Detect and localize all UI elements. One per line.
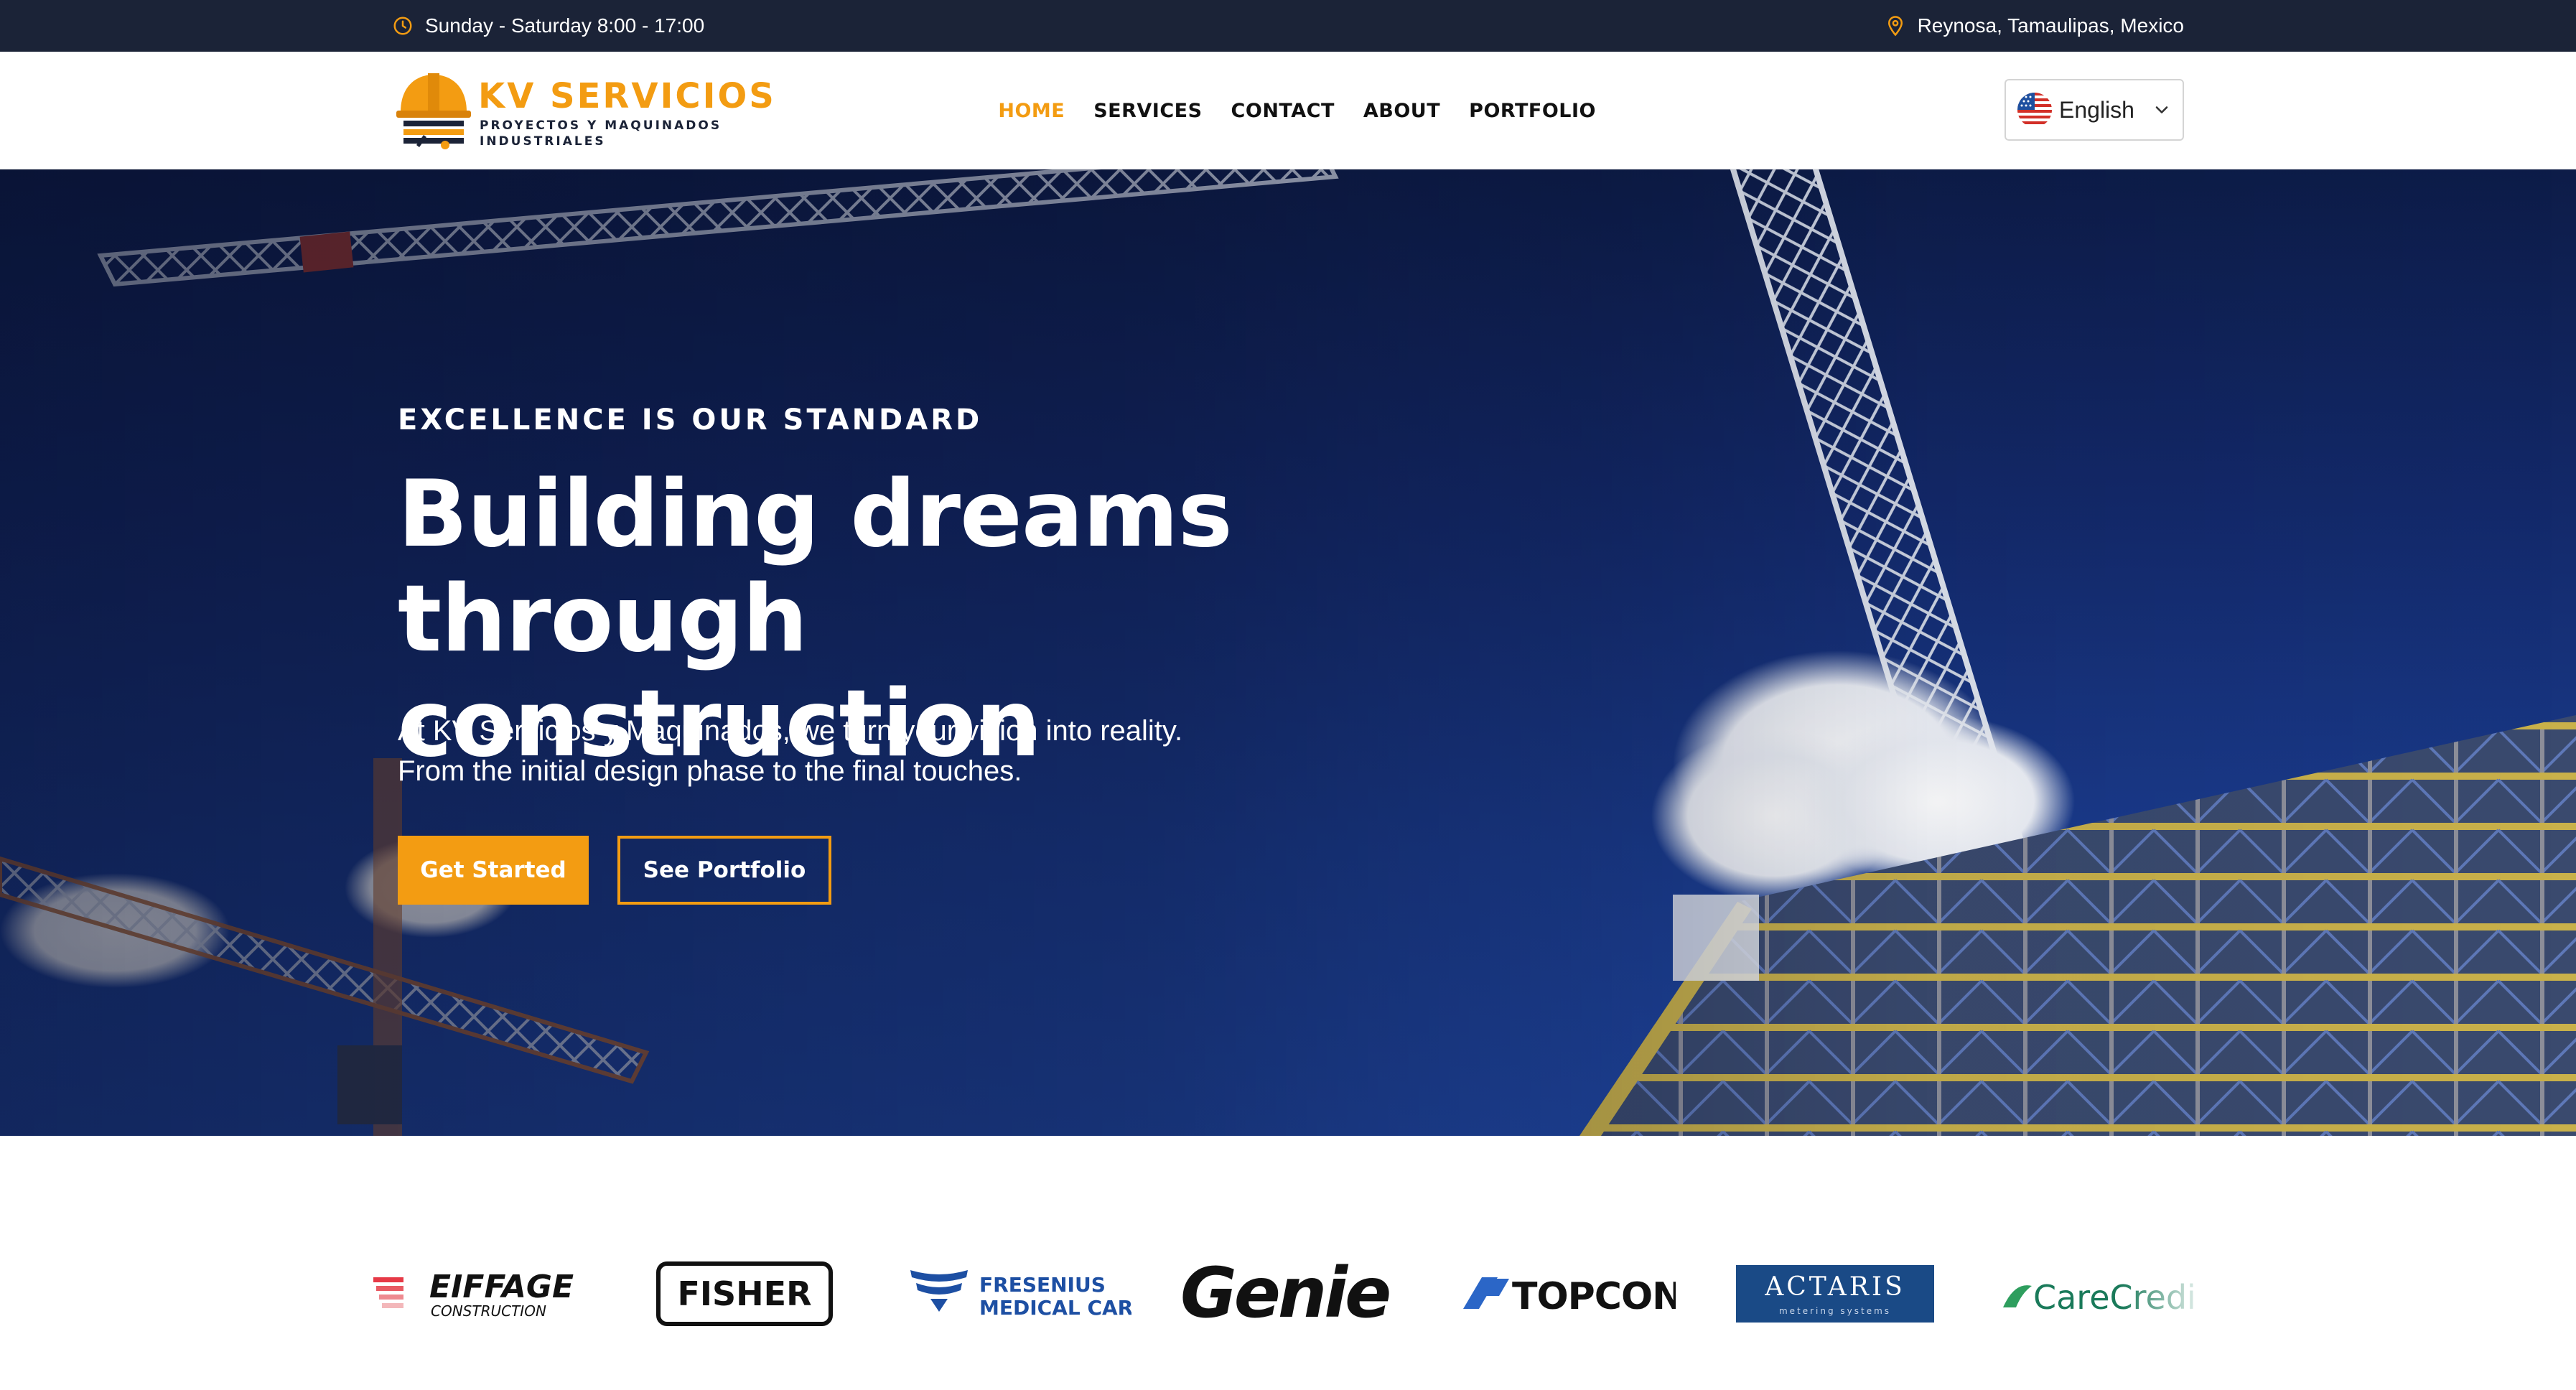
actaris-sub: metering systems <box>1779 1306 1891 1316</box>
chevron-down-icon <box>2155 106 2168 113</box>
main-nav: HOME SERVICES CONTACT ABOUT PORTFOLIO <box>998 52 1596 169</box>
brand-tagline: PROYECTOS Y MAQUINADOS INDUSTRIALES <box>480 118 767 149</box>
partner-logo-actaris: ACTARIS metering systems <box>1736 1251 1934 1337</box>
eiffage-stripes-icon <box>373 1277 403 1308</box>
fisher-name: FISHER <box>677 1274 811 1313</box>
eiffage-sub: CONSTRUCTION <box>431 1302 546 1320</box>
hard-hat-logo-icon <box>396 73 471 149</box>
genie-name: Genie <box>1180 1258 1389 1330</box>
nav-portfolio[interactable]: PORTFOLIO <box>1469 100 1596 122</box>
nav-services[interactable]: SERVICES <box>1093 100 1202 122</box>
site-header: KV SERVICIOS PROYECTOS Y MAQUINADOS INDU… <box>0 52 2576 169</box>
see-portfolio-button[interactable]: See Portfolio <box>617 836 831 905</box>
brand-name: KV SERVICIOS <box>478 76 776 116</box>
fresenius-wave-icon <box>910 1270 968 1312</box>
eiffage-name: EIFFAGE <box>429 1269 574 1305</box>
language-label: English <box>2059 96 2134 123</box>
hero-description: At KV Servicios y Maquinados, we turn yo… <box>398 715 1183 787</box>
top-info-bar: Sunday - Saturday 8:00 - 17:00 Reynosa, … <box>0 0 2576 52</box>
map-pin-icon <box>1885 15 1906 37</box>
language-selector[interactable]: English <box>2005 79 2184 141</box>
partner-logo-genie: Genie <box>1180 1251 1403 1337</box>
carecredit-leaf-icon <box>2003 1285 2032 1307</box>
partner-logo-fresenius: FRESENIUS MEDICAL CARE <box>909 1251 1131 1337</box>
brand-tagline-line1: PROYECTOS Y MAQUINADOS <box>480 118 722 133</box>
nav-about[interactable]: ABOUT <box>1363 100 1440 122</box>
business-hours: Sunday - Saturday 8:00 - 17:00 <box>392 0 704 52</box>
nav-contact[interactable]: CONTACT <box>1231 100 1335 122</box>
partner-logo-eiffage: EIFFAGE CONSTRUCTION <box>373 1251 574 1337</box>
business-location: Reynosa, Tamaulipas, Mexico <box>1885 0 2184 52</box>
partner-logo-topcon: TOPCON <box>1453 1251 1676 1337</box>
partner-logo-carecredit: CareCredi <box>2000 1251 2201 1337</box>
fresenius-line2: MEDICAL CARE <box>979 1296 1131 1320</box>
location-text: Reynosa, Tamaulipas, Mexico <box>1917 14 2184 37</box>
hero-headline-line1: Building dreams <box>398 461 1233 568</box>
topcon-name: TOPCON <box>1512 1275 1676 1318</box>
brand-tagline-line2: INDUSTRIALES <box>480 134 606 149</box>
site-logo[interactable]: KV SERVICIOS PROYECTOS Y MAQUINADOS INDU… <box>395 70 774 152</box>
carecredit-name: CareCredi <box>2033 1278 2196 1317</box>
us-flag-icon <box>2017 93 2052 127</box>
partner-logos: EIFFAGE CONSTRUCTION FISHER FRESENIUS ME… <box>0 1136 2576 1390</box>
hero-section: EXCELLENCE IS OUR STANDARD Building drea… <box>0 169 2576 1136</box>
nav-home[interactable]: HOME <box>998 100 1065 122</box>
topcon-mark-icon <box>1463 1277 1509 1309</box>
get-started-button[interactable]: Get Started <box>398 836 589 905</box>
business-hours-text: Sunday - Saturday 8:00 - 17:00 <box>425 14 705 37</box>
clock-icon <box>392 15 414 37</box>
actaris-name: ACTARIS <box>1764 1272 1905 1302</box>
fresenius-line1: FRESENIUS <box>979 1273 1106 1297</box>
hero-kicker: EXCELLENCE IS OUR STANDARD <box>398 404 983 437</box>
partner-logo-fisher: FISHER <box>656 1251 833 1337</box>
